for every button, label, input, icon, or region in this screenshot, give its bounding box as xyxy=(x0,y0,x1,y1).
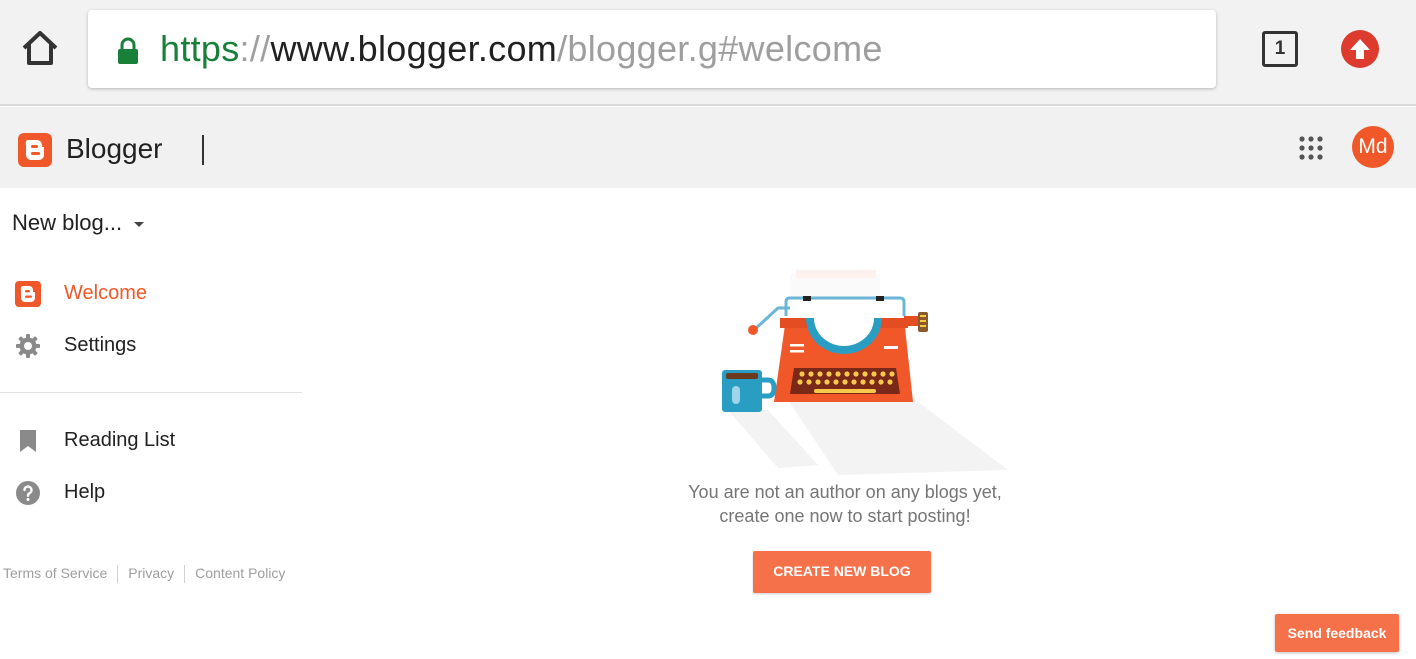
sidebar-item-help[interactable]: Help xyxy=(0,472,300,512)
gear-icon xyxy=(15,333,41,359)
create-new-blog-button[interactable]: CREATE NEW BLOG xyxy=(753,551,931,593)
empty-state-line-1: You are not an author on any blogs yet, xyxy=(688,482,1002,502)
blogger-logo-icon[interactable] xyxy=(18,133,52,167)
content-policy-link[interactable]: Content Policy xyxy=(195,565,285,581)
browser-toolbar: https://www.blogger.com/blogger.g#welcom… xyxy=(0,0,1416,106)
sidebar-item-settings[interactable]: Settings xyxy=(0,325,300,365)
update-icon[interactable] xyxy=(1341,30,1379,68)
empty-state-message: You are not an author on any blogs yet, … xyxy=(620,480,1070,528)
footer-separator xyxy=(117,565,119,584)
footer-links: Terms of Service Privacy Content Policy xyxy=(3,565,285,584)
url-path: /blogger.g#welcome xyxy=(557,28,883,69)
address-bar[interactable]: https://www.blogger.com/blogger.g#welcom… xyxy=(88,10,1216,88)
blog-selector-label: New blog... xyxy=(12,210,123,235)
url-separator: :// xyxy=(239,28,271,69)
sidebar-item-label: Settings xyxy=(64,334,137,356)
empty-state-line-2: create one now to start posting! xyxy=(719,506,971,526)
bookmark-icon xyxy=(15,428,41,454)
account-avatar[interactable]: Md xyxy=(1352,126,1394,168)
help-icon xyxy=(15,480,41,506)
privacy-link[interactable]: Privacy xyxy=(128,565,174,581)
url-text: https://www.blogger.com/blogger.g#welcom… xyxy=(160,28,883,70)
terms-link[interactable]: Terms of Service xyxy=(3,565,107,581)
chevron-down-icon xyxy=(134,221,145,227)
footer-separator xyxy=(184,565,186,584)
sidebar-item-reading-list[interactable]: Reading List xyxy=(0,420,300,460)
lock-icon xyxy=(116,37,140,65)
typewriter-illustration xyxy=(708,268,1018,490)
brand-name: Blogger xyxy=(66,133,163,164)
sidebar-divider xyxy=(0,392,302,393)
url-host: www.blogger.com xyxy=(270,28,558,69)
send-feedback-button[interactable]: Send feedback xyxy=(1275,614,1399,652)
header-divider xyxy=(202,135,204,165)
apps-grid-icon[interactable] xyxy=(1298,135,1324,161)
url-scheme: https xyxy=(160,28,240,69)
blog-selector-dropdown[interactable]: New blog... xyxy=(12,210,145,236)
home-icon[interactable] xyxy=(18,26,62,70)
sidebar-item-label: Welcome xyxy=(64,282,147,304)
app-header: Blogger Md xyxy=(0,107,1416,188)
sidebar-item-welcome[interactable]: Welcome xyxy=(0,273,300,313)
blogger-icon xyxy=(15,281,41,307)
sidebar-item-label: Help xyxy=(64,481,106,503)
sidebar-item-label: Reading List xyxy=(64,429,176,451)
tab-switcher-button[interactable]: 1 xyxy=(1262,31,1298,67)
